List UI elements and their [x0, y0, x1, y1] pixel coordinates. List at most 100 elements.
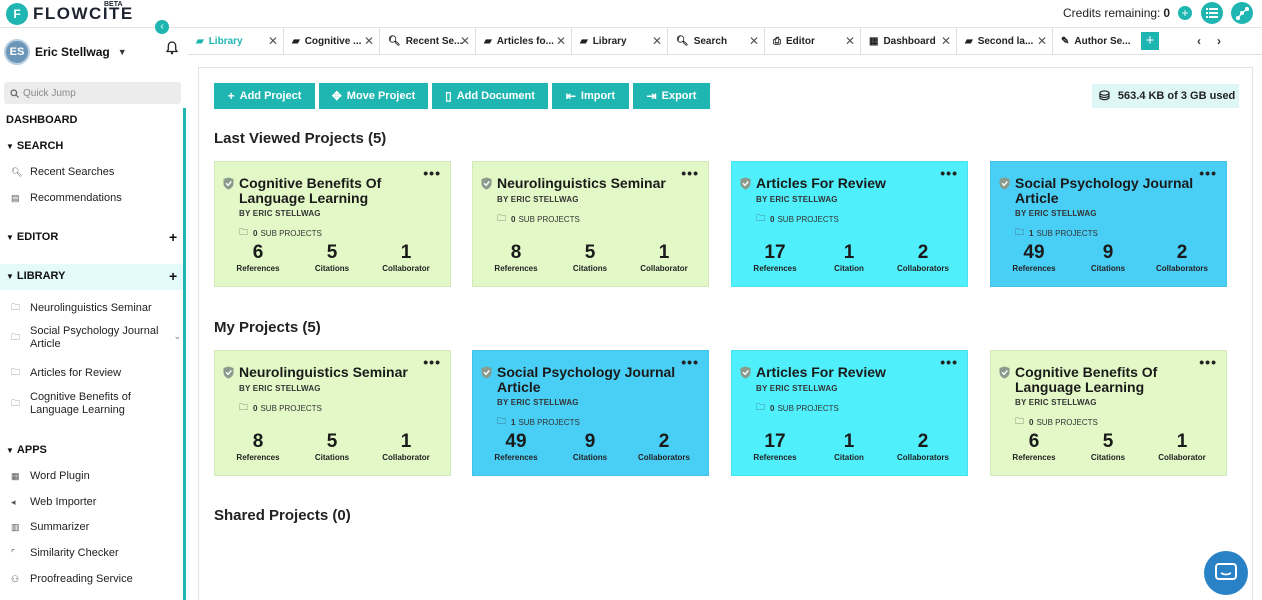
sub-projects-label: SUB PROJECTS: [518, 214, 580, 224]
project-name[interactable]: Articles For Review: [756, 176, 961, 191]
tab-search[interactable]: 🔍︎ Search ✕: [668, 28, 765, 55]
folder-icon: 🗀: [756, 213, 766, 223]
chevron-left-icon[interactable]: ‹: [1197, 34, 1201, 48]
tab-articles[interactable]: ▰ Articles fo... ✕: [476, 28, 572, 55]
add-document-button[interactable]: ▯ Add Document: [432, 83, 548, 109]
project-name[interactable]: Articles For Review: [756, 365, 961, 380]
folder-icon: 🗀: [11, 332, 21, 342]
flowcite-logo[interactable]: F FLOWCITE BETA: [6, 1, 134, 25]
citations-stat: 1 Citation: [814, 432, 884, 463]
close-icon[interactable]: ✕: [941, 34, 951, 48]
sub-projects-count: 1: [1029, 228, 1034, 238]
section-title: LIBRARY: [16, 270, 66, 282]
quick-jump-input[interactable]: [23, 87, 163, 99]
project-card[interactable]: ••• Articles For Review BY ERIC STELLWAG 🗀 0…: [731, 161, 968, 287]
folder-icon: ▰: [965, 36, 973, 47]
sidebar-section-library[interactable]: ▼ LIBRARY: [6, 270, 65, 282]
add-tab-button[interactable]: +: [1141, 32, 1159, 50]
project-author: BY ERIC STELLWAG: [239, 384, 321, 393]
section-title: APPS: [16, 444, 47, 456]
sidebar-item-articles-review[interactable]: 🗀 Articles for Review: [11, 365, 179, 381]
references-count: 6: [1028, 431, 1040, 452]
sidebar-item-word-plugin[interactable]: ▦ Word Plugin: [11, 470, 179, 483]
citations-label: Citations: [572, 264, 608, 273]
tab-library-2[interactable]: ▰ Library ✕: [572, 28, 668, 55]
tab-author-search[interactable]: ✎ Author Se...: [1053, 28, 1137, 55]
chevron-right-icon[interactable]: ›: [1217, 34, 1221, 48]
user-name: Eric Stellwag: [35, 45, 110, 59]
project-name[interactable]: Neurolinguistics Seminar: [497, 176, 702, 191]
collaborators-label: Collaborator: [382, 453, 430, 462]
citations-count: 1: [843, 242, 855, 263]
project-card[interactable]: ••• Social Psychology Journal Article BY E…: [472, 350, 709, 476]
bell-icon[interactable]: [165, 41, 179, 55]
project-card[interactable]: ••• Social Psychology Journal Article BY E…: [990, 161, 1227, 287]
tab-editor[interactable]: ⎙ Editor ✕: [765, 28, 861, 55]
project-name[interactable]: Social Psychology Journal Article: [1015, 176, 1220, 206]
close-icon[interactable]: ✕: [364, 34, 374, 48]
sub-projects: 🗀 0 SUB PROJECTS: [239, 225, 322, 241]
close-icon[interactable]: ✕: [268, 34, 278, 48]
close-icon[interactable]: ✕: [652, 34, 662, 48]
sidebar-item-proofreading[interactable]: ⚇ Proofreading Service: [11, 573, 179, 586]
add-project-button[interactable]: + Add Project: [214, 83, 315, 109]
dashboard-icon: ▦: [869, 36, 879, 47]
word-icon: ▦: [11, 471, 20, 481]
tab-cognitive[interactable]: ▰ Cognitive ... ✕: [284, 28, 380, 55]
sidebar-dashboard[interactable]: DASHBOARD: [6, 114, 78, 126]
close-icon[interactable]: ✕: [556, 34, 566, 48]
sidebar-item-summarizer[interactable]: ▥ Summarizer: [11, 521, 179, 534]
chevron-left-icon[interactable]: ‹: [155, 20, 169, 34]
user-menu[interactable]: ES Eric Stellwag ▼: [4, 38, 182, 66]
button-label: Import: [580, 90, 616, 102]
citations-stat: 5 Citations: [297, 432, 367, 463]
graph-icon[interactable]: [1231, 2, 1253, 24]
tab-library[interactable]: ▰ Library ✕: [188, 28, 284, 55]
project-card[interactable]: ••• Articles For Review BY ERIC STELLWAG 🗀 0…: [731, 350, 968, 476]
sidebar-section-editor[interactable]: ▼ EDITOR: [6, 231, 58, 243]
sidebar-item-similarity-checker[interactable]: ⌜ Similarity Checker: [11, 547, 179, 560]
close-icon[interactable]: ✕: [749, 34, 759, 48]
tab-recent-searches[interactable]: 🔍︎ Recent Se... ✕: [380, 28, 476, 55]
export-button[interactable]: ⇥ Export: [633, 83, 710, 109]
close-icon[interactable]: ✕: [460, 34, 470, 48]
list-icon[interactable]: [1201, 2, 1223, 24]
references-count: 17: [764, 431, 786, 452]
sidebar-item-recent-searches[interactable]: 🔍︎ Recent Searches: [11, 166, 179, 179]
quick-jump-field[interactable]: [4, 82, 181, 104]
project-name[interactable]: Cognitive Benefits Of Language Learning: [1015, 365, 1220, 395]
project-card[interactable]: ••• Cognitive Benefits Of Language Learni…: [990, 350, 1227, 476]
project-author: BY ERIC STELLWAG: [497, 398, 579, 407]
sidebar-item-recommendations[interactable]: ▤ Recommendations: [11, 192, 179, 205]
add-library-icon[interactable]: +: [169, 268, 177, 284]
folder-icon: 🗀: [11, 398, 21, 408]
sidebar-item-cognitive-benefits[interactable]: 🗀 Cognitive Benefits of Language Learnin…: [11, 391, 179, 417]
project-name[interactable]: Social Psychology Journal Article: [497, 365, 702, 395]
shield-check-icon: [481, 177, 492, 190]
sidebar-item-web-importer[interactable]: ◂ Web Importer: [11, 496, 179, 509]
tab-second-language[interactable]: ▰ Second la... ✕: [957, 28, 1053, 55]
project-card[interactable]: ••• Neurolinguistics Seminar BY ERIC STELL…: [472, 161, 709, 287]
sidebar-item-social-psychology[interactable]: 🗀 Social Psychology Journal Article ⌄: [11, 325, 181, 351]
credits-label: Credits remaining:: [1063, 6, 1161, 20]
plus-circle-icon[interactable]: +: [1178, 6, 1193, 20]
move-project-button[interactable]: ✥ Move Project: [319, 83, 428, 109]
sidebar-section-search[interactable]: ▼ SEARCH: [6, 140, 63, 152]
citations-stat: 5 Citations: [297, 242, 367, 274]
project-name[interactable]: Neurolinguistics Seminar: [239, 365, 444, 380]
sidebar-section-apps[interactable]: ▼ APPS: [6, 444, 47, 456]
tab-label: Recent Se...: [405, 36, 463, 47]
logo-mark-icon: F: [6, 3, 28, 25]
close-icon[interactable]: ✕: [845, 34, 855, 48]
project-card[interactable]: ••• Cognitive Benefits Of Language Learni…: [214, 161, 451, 287]
project-name[interactable]: Cognitive Benefits Of Language Learning: [239, 176, 444, 206]
tab-dashboard[interactable]: ▦ Dashboard ✕: [861, 28, 957, 55]
close-icon[interactable]: ✕: [1037, 34, 1047, 48]
sidebar-item-neurolinguistics[interactable]: 🗀 Neurolinguistics Seminar: [11, 300, 179, 316]
add-editor-icon[interactable]: +: [169, 229, 177, 245]
citations-count: 5: [326, 242, 338, 263]
chevron-down-icon[interactable]: ⌄: [173, 331, 181, 342]
chat-icon[interactable]: [1204, 551, 1248, 595]
project-card[interactable]: ••• Neurolinguistics Seminar BY ERIC STELL…: [214, 350, 451, 476]
import-button[interactable]: ⇤ Import: [552, 83, 629, 109]
